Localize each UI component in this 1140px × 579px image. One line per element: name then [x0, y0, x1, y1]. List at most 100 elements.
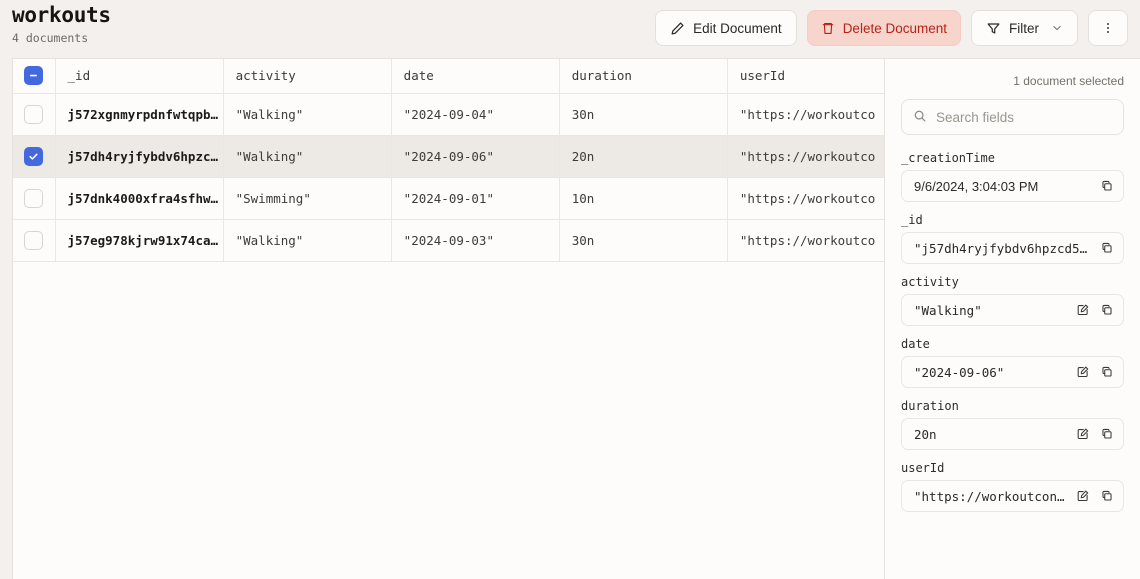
cell-id[interactable]: j572xgnmyrpdnfwtqpb… [55, 93, 224, 136]
dots-vertical-icon [1101, 20, 1115, 36]
copy-icon[interactable] [1098, 425, 1116, 443]
cell-userid[interactable]: "https://workoutco [727, 93, 884, 136]
row-select-cell[interactable] [13, 93, 56, 136]
field-value-box[interactable]: 9/6/2024, 3:04:03 PM [901, 170, 1124, 202]
field-value: "j57dh4ryjfybdv6hpzcd5cd… [914, 240, 1092, 256]
documents-table-container: _id activity date duration userId j572xg… [12, 58, 884, 579]
row-select-cell[interactable] [13, 135, 56, 178]
copy-icon[interactable] [1098, 487, 1116, 505]
edit-icon[interactable] [1074, 363, 1092, 381]
cell-duration[interactable]: 10n [559, 177, 728, 220]
cell-userid[interactable]: "https://workoutco [727, 135, 884, 178]
main-area: _id activity date duration userId j572xg… [0, 58, 1140, 579]
cell-duration[interactable]: 30n [559, 219, 728, 262]
field-label: activity [901, 275, 959, 289]
field-value-box[interactable]: "https://workoutconv… [901, 480, 1124, 512]
field-activity: activity "Walking" [901, 275, 1124, 326]
copy-icon[interactable] [1098, 363, 1116, 381]
column-header-duration[interactable]: duration [559, 59, 728, 94]
edit-document-label: Edit Document [693, 20, 782, 36]
selection-status: 1 document selected [1013, 74, 1124, 88]
minus-icon [30, 75, 38, 77]
field-value-box[interactable]: "j57dh4ryjfybdv6hpzcd5cd… [901, 232, 1124, 264]
table-row[interactable]: j57dh4ryjfybdv6hpzc… "Walking" "2024-09-… [13, 135, 884, 178]
field-value: "Walking" [914, 302, 982, 318]
field-userid: userId "https://workoutconv… [901, 461, 1124, 512]
field-value-box[interactable]: 20n [901, 418, 1124, 450]
cell-id[interactable]: j57dnk4000xfra4sfhw… [55, 177, 224, 220]
table-head: _id activity date duration userId [13, 59, 884, 94]
cell-activity[interactable]: "Walking" [223, 219, 392, 262]
field-label: _id [901, 213, 923, 227]
chevron-down-icon [1051, 22, 1063, 34]
copy-icon[interactable] [1098, 301, 1116, 319]
page-header: workouts 4 documents Edit Document Delet… [0, 0, 1140, 58]
field-label: userId [901, 461, 945, 475]
row-checkbox[interactable] [24, 188, 44, 208]
title-block: workouts 4 documents [12, 0, 111, 45]
column-header-activity[interactable]: activity [223, 59, 392, 94]
more-options-button[interactable] [1088, 10, 1128, 46]
select-all-checkbox[interactable] [24, 66, 44, 86]
cell-activity[interactable]: "Walking" [223, 93, 392, 136]
cell-date[interactable]: "2024-09-06" [391, 135, 560, 178]
field-creationtime: _creationTime 9/6/2024, 3:04:03 PM [901, 151, 1124, 202]
table-body: j572xgnmyrpdnfwtqpb… "Walking" "2024-09-… [13, 93, 884, 262]
edit-icon[interactable] [1074, 487, 1092, 505]
search-icon [913, 109, 927, 126]
table-row[interactable]: j57eg978kjrw91x74ca… "Walking" "2024-09-… [13, 219, 884, 262]
column-header-date[interactable]: date [391, 59, 560, 94]
field-date: date "2024-09-06" [901, 337, 1124, 388]
document-count: 4 documents [12, 31, 89, 45]
field-value: "2024-09-06" [914, 364, 1005, 380]
delete-document-button[interactable]: Delete Document [806, 10, 961, 46]
cell-date[interactable]: "2024-09-04" [391, 93, 560, 136]
field-value-box[interactable]: "2024-09-06" [901, 356, 1124, 388]
search-fields-box[interactable] [901, 99, 1124, 135]
cell-id[interactable]: j57eg978kjrw91x74ca… [55, 219, 224, 262]
table-header-row: _id activity date duration userId [13, 59, 884, 94]
page-title: workouts [12, 3, 111, 27]
field-value: 20n [914, 426, 937, 442]
table-row[interactable]: j57dnk4000xfra4sfhw… "Swimming" "2024-09… [13, 177, 884, 220]
table-row[interactable]: j572xgnmyrpdnfwtqpb… "Walking" "2024-09-… [13, 93, 884, 136]
check-icon [29, 153, 38, 160]
cell-userid[interactable]: "https://workoutco [727, 219, 884, 262]
field-label: _creationTime [901, 151, 995, 165]
edit-icon[interactable] [1074, 301, 1092, 319]
select-all-header-cell[interactable] [13, 59, 56, 94]
cell-duration[interactable]: 20n [559, 135, 728, 178]
field-value: 9/6/2024, 3:04:03 PM [914, 178, 1039, 194]
trash-icon [821, 21, 835, 36]
field-value-box[interactable]: "Walking" [901, 294, 1124, 326]
filter-button[interactable]: Filter [971, 10, 1078, 46]
column-header-userid[interactable]: userId [727, 59, 884, 94]
row-select-cell[interactable] [13, 219, 56, 262]
cell-duration[interactable]: 30n [559, 93, 728, 136]
copy-icon[interactable] [1098, 239, 1116, 257]
edit-icon[interactable] [1074, 425, 1092, 443]
cell-date[interactable]: "2024-09-03" [391, 219, 560, 262]
cell-date[interactable]: "2024-09-01" [391, 177, 560, 220]
field-duration: duration 20n [901, 399, 1124, 450]
copy-icon[interactable] [1098, 177, 1116, 195]
field-value: "https://workoutconv… [914, 488, 1068, 504]
edit-document-button[interactable]: Edit Document [655, 10, 797, 46]
column-header-id[interactable]: _id [55, 59, 224, 94]
cell-activity[interactable]: "Walking" [223, 135, 392, 178]
search-fields-input[interactable] [936, 109, 1112, 125]
toolbar: Edit Document Delete Document Filter [655, 0, 1128, 46]
field-label: date [901, 337, 930, 351]
cell-userid[interactable]: "https://workoutco [727, 177, 884, 220]
cell-activity[interactable]: "Swimming" [223, 177, 392, 220]
row-checkbox[interactable] [24, 230, 44, 250]
funnel-icon [986, 21, 1001, 36]
row-select-cell[interactable] [13, 177, 56, 220]
cell-id[interactable]: j57dh4ryjfybdv6hpzc… [55, 135, 224, 178]
field-id: _id "j57dh4ryjfybdv6hpzcd5cd… [901, 213, 1124, 264]
document-detail-panel: 1 document selected _creationTime 9/6/20… [884, 58, 1140, 579]
filter-label: Filter [1009, 20, 1039, 36]
row-checkbox[interactable] [24, 104, 44, 124]
row-checkbox[interactable] [24, 146, 44, 166]
documents-table: _id activity date duration userId j572xg… [13, 59, 884, 262]
